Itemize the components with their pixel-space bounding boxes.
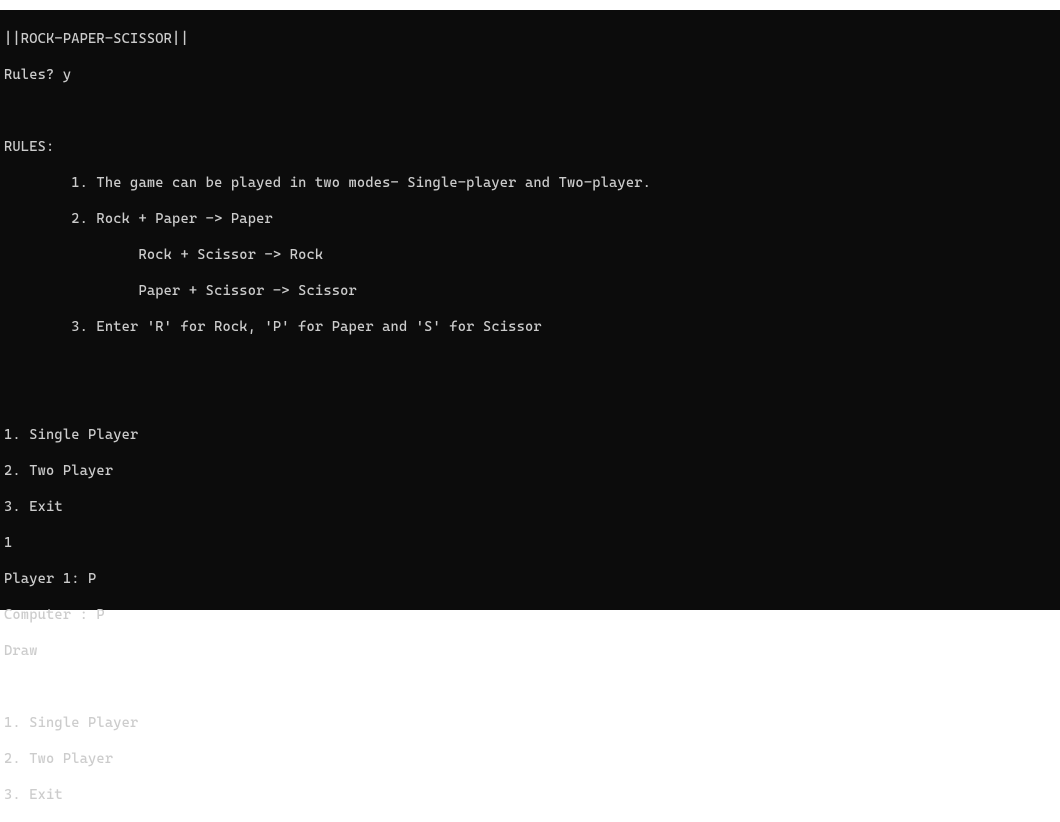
blank-line [4,354,1056,372]
rules-prompt: Rules? y [4,66,1056,84]
blank-line [4,390,1056,408]
rule-2b: Paper + Scissor -> Scissor [4,282,1056,300]
rule-2a: Rock + Scissor -> Rock [4,246,1056,264]
terminal-output[interactable]: ||ROCK-PAPER-SCISSOR|| Rules? y RULES: 1… [0,10,1060,610]
menu-option-3: 3. Exit [4,498,1056,516]
computer-move: Computer : P [4,606,1056,624]
menu-option-2: 2. Two Player [4,462,1056,480]
player1-move: Player 1: P [4,570,1056,588]
user-input-choice: 1 [4,534,1056,552]
menu-option-2: 2. Two Player [4,750,1056,768]
rule-2: 2. Rock + Paper -> Paper [4,210,1056,228]
rule-3: 3. Enter 'R' for Rock, 'P' for Paper and… [4,318,1056,336]
rules-heading: RULES: [4,138,1056,156]
window-title-bar [0,0,1060,10]
rule-1: 1. The game can be played in two modes- … [4,174,1056,192]
blank-line [4,102,1056,120]
game-title: ||ROCK-PAPER-SCISSOR|| [4,30,1056,48]
round-result: Draw [4,642,1056,660]
menu-option-1: 1. Single Player [4,714,1056,732]
menu-option-3: 3. Exit [4,786,1056,804]
menu-option-1: 1. Single Player [4,426,1056,444]
blank-line [4,678,1056,696]
